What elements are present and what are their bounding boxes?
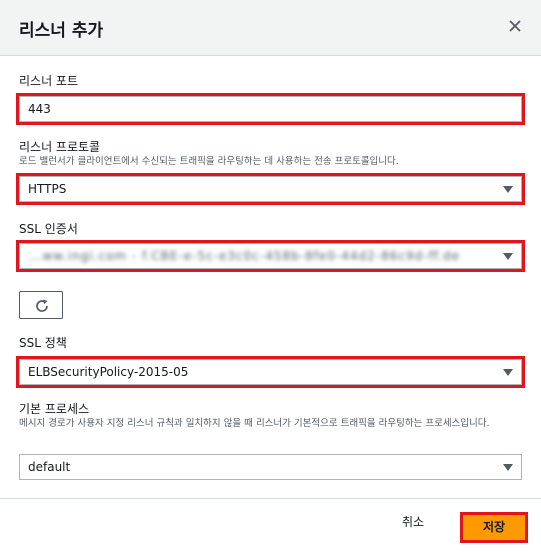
caret-down-icon: [503, 464, 513, 471]
cancel-button[interactable]: 취소: [402, 513, 424, 530]
dialog-header: 리스너 추가: [0, 0, 541, 56]
default-process-label: 기본 프로세스: [19, 402, 90, 416]
caret-down-icon: [503, 253, 513, 260]
dialog-title: 리스너 추가: [19, 21, 104, 41]
certificate-label: SSL 인증서: [19, 222, 78, 236]
protocol-value: HTTPS: [28, 182, 67, 196]
caret-down-icon: [503, 369, 513, 376]
certificate-select[interactable]: ...ww.ingi.com - f.CBE-e-5c-e3c0c-458b-8…: [19, 243, 522, 269]
protocol-label: 리스너 프로토콜: [19, 140, 101, 154]
policy-label: SSL 정책: [19, 336, 67, 350]
save-button[interactable]: 저장: [463, 515, 525, 540]
certificate-value: ...ww.ingi.com - f.CBE-e-5c-e3c0c-458b-8…: [28, 249, 460, 263]
dialog-footer: 취소 저장: [0, 498, 541, 552]
port-value: 443: [28, 102, 51, 116]
policy-value: ELBSecurityPolicy-2015-05: [28, 365, 189, 379]
caret-down-icon: [503, 186, 513, 193]
port-label: 리스너 포트: [19, 74, 79, 88]
policy-select[interactable]: ELBSecurityPolicy-2015-05: [19, 359, 522, 385]
default-process-description: 메시지 경로가 사용자 지정 리스너 규칙과 일치하지 않을 때 리스너가 기본…: [19, 418, 490, 429]
refresh-icon: [36, 299, 48, 312]
protocol-description: 로드 밸런서가 클라이언트에서 수신되는 트래픽을 라우팅하는 데 사용하는 전…: [19, 156, 399, 167]
default-process-select[interactable]: default: [19, 454, 522, 480]
protocol-select[interactable]: HTTPS: [19, 176, 522, 202]
close-icon[interactable]: [507, 18, 523, 34]
default-process-value: default: [28, 460, 71, 474]
refresh-button[interactable]: [19, 291, 63, 319]
save-highlight: 저장: [460, 512, 528, 543]
port-input[interactable]: 443: [19, 96, 522, 122]
